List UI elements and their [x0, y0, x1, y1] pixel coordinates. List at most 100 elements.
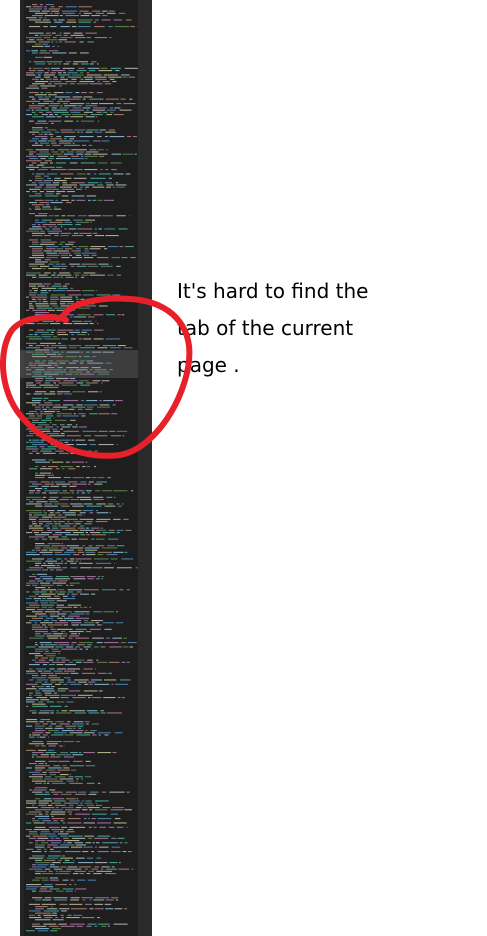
- minimap-code-token: [42, 226, 47, 228]
- minimap-code-token: [35, 919, 51, 921]
- vertical-scrollbar[interactable]: [138, 0, 152, 936]
- minimap-code-token: [76, 496, 91, 498]
- minimap-code-token: [29, 743, 44, 745]
- minimap-code-token: [40, 644, 44, 646]
- minimap-code-token: [92, 109, 105, 111]
- minimap-code-token: [32, 754, 38, 756]
- minimap-code-token: [54, 444, 63, 446]
- minimap-code-token: [46, 144, 50, 146]
- minimap-code-token: [61, 188, 74, 190]
- minimap-code-token: [49, 789, 56, 791]
- minimap-code-token: [85, 631, 92, 633]
- minimap-code-token: [83, 661, 94, 663]
- minimap-code-token: [113, 923, 128, 925]
- minimap-code-token: [121, 74, 130, 76]
- editor-minimap[interactable]: [20, 0, 152, 936]
- minimap-code-token: [54, 595, 60, 597]
- minimap-code-token: [48, 536, 59, 538]
- minimap-code-token: [29, 637, 44, 639]
- minimap-code-token: [124, 842, 128, 844]
- minimap-code-token: [101, 490, 112, 492]
- minimap-code-token: [78, 12, 81, 14]
- minimap-code-token: [49, 888, 60, 890]
- minimap-code-token: [85, 765, 96, 767]
- minimap-code-token: [29, 92, 39, 94]
- minimap-code-token: [56, 116, 62, 118]
- minimap-code-token: [43, 386, 59, 388]
- minimap-code-token: [62, 67, 75, 69]
- minimap-code-token: [72, 320, 83, 322]
- minimap-code-token: [86, 400, 98, 402]
- minimap-code-token: [104, 679, 117, 681]
- minimap-code-token: [84, 776, 92, 778]
- minimap-code-token: [64, 840, 80, 842]
- minimap-code-token: [63, 380, 78, 382]
- minimap-code-token: [84, 721, 90, 723]
- minimap-code-token: [45, 752, 57, 754]
- minimap-code-token: [78, 246, 89, 248]
- minimap-code-token: [57, 391, 70, 393]
- minimap-code-token: [73, 413, 76, 415]
- minimap-code-token: [71, 908, 87, 910]
- minimap-code-token: [80, 15, 90, 17]
- minimap-code-token: [40, 239, 51, 241]
- minimap-code-token: [32, 879, 40, 881]
- minimap-code-token: [39, 184, 44, 186]
- minimap-code-token: [68, 804, 74, 806]
- minimap-code-token: [46, 527, 51, 529]
- minimap-code-token: [46, 655, 56, 657]
- minimap-code-token: [26, 569, 42, 571]
- minimap-code-token: [97, 822, 111, 824]
- minimap-code-token: [102, 111, 108, 113]
- minimap-code-token: [45, 769, 56, 771]
- minimap-code-token: [35, 745, 40, 747]
- minimap-code-token: [75, 151, 85, 153]
- minimap-code-token: [87, 41, 94, 43]
- minimap-code-token: [35, 545, 50, 547]
- minimap-code-token: [122, 76, 128, 78]
- minimap-code-token: [67, 241, 76, 243]
- minimap-code-token: [75, 221, 89, 223]
- minimap-code-token: [111, 846, 121, 848]
- minimap-code-token: [49, 697, 60, 699]
- minimap-code-token: [47, 140, 56, 142]
- minimap-code-token: [29, 303, 33, 305]
- minimap-code-token: [86, 505, 102, 507]
- minimap-code-token: [72, 450, 87, 452]
- minimap-code-token: [111, 866, 115, 868]
- minimap-code-token: [43, 100, 54, 102]
- minimap-code-token: [43, 734, 48, 736]
- minimap-code-token: [38, 659, 46, 661]
- minimap-code-token: [55, 884, 67, 886]
- minimap-code-token: [32, 791, 43, 793]
- minimap-code-token: [35, 63, 46, 65]
- minimap-viewport-slider[interactable]: [20, 350, 152, 378]
- minimap-code-token: [35, 826, 46, 828]
- minimap-code-token: [58, 580, 68, 582]
- minimap-code-token: [57, 690, 66, 692]
- minimap-code-token: [54, 384, 60, 386]
- minimap-code-token: [32, 298, 36, 300]
- minimap-code-token: [124, 551, 128, 553]
- minimap-code-token: [79, 752, 82, 754]
- minimap-code-token: [105, 235, 119, 237]
- minimap-code-token: [60, 697, 69, 699]
- minimap-code-token: [116, 265, 121, 267]
- minimap-code-token: [57, 510, 66, 512]
- minimap-code-token: [82, 809, 88, 811]
- minimap-code-token: [75, 628, 87, 630]
- minimap-code-token: [26, 448, 39, 450]
- minimap-code-token: [38, 763, 44, 765]
- minimap-code-token: [116, 215, 126, 217]
- minimap-code-token: [82, 290, 95, 292]
- minimap-code-token: [29, 67, 32, 69]
- minimap-code-token: [70, 752, 78, 754]
- minimap-code-token: [44, 382, 51, 384]
- minimap-code-token: [98, 477, 105, 479]
- minimap-code-token: [29, 595, 37, 597]
- minimap-code-token: [43, 547, 59, 549]
- minimap-code-token: [43, 653, 56, 655]
- minimap-code-token: [38, 688, 54, 690]
- minimap-code-token: [79, 802, 83, 804]
- minimap-code-token: [35, 94, 47, 96]
